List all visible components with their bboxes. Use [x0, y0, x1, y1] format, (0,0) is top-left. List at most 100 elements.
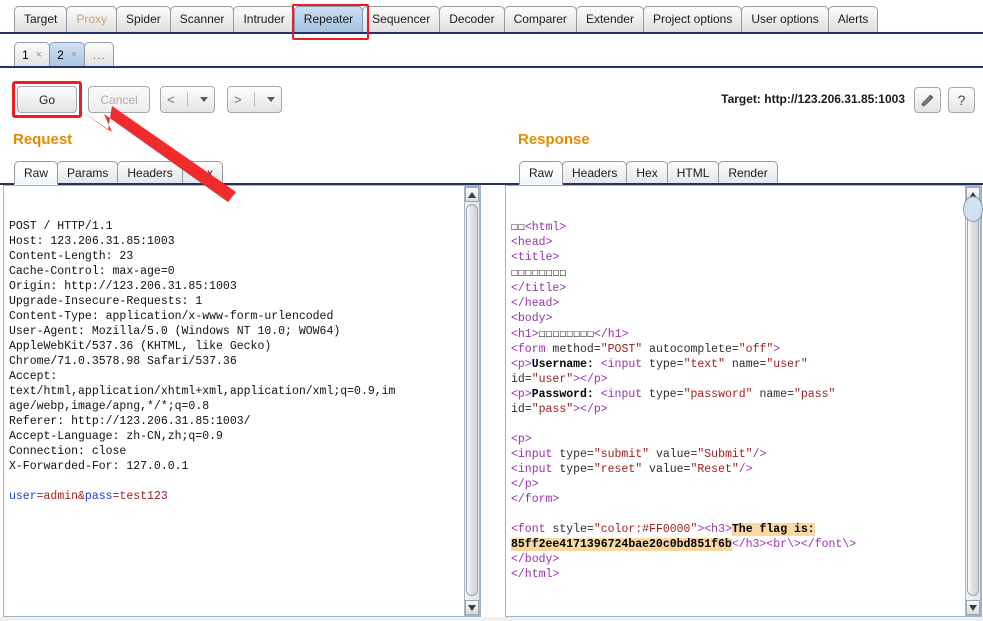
main-tab-bar: Target Proxy Spider Scanner Intruder Rep… — [0, 0, 983, 40]
response-raw-editor[interactable]: ☐☐<html> <head> <title> ☐☐☐☐☐☐☐☐ </title… — [505, 185, 982, 617]
html-attr: style= — [552, 523, 594, 536]
response-tab-html[interactable]: HTML — [666, 161, 720, 185]
chevron-right-icon: > — [234, 92, 242, 107]
response-tab-render[interactable]: Render — [718, 161, 778, 185]
tab-alerts[interactable]: Alerts — [827, 6, 879, 32]
response-tab-headers[interactable]: Headers — [562, 161, 628, 185]
request-tab-raw[interactable]: Raw — [14, 161, 59, 185]
tab-project-options[interactable]: Project options — [642, 6, 743, 32]
tab-comparer[interactable]: Comparer — [503, 6, 577, 32]
request-line: Content-Length: 23 — [9, 250, 134, 263]
repeater-tab-1[interactable]: 1 × — [14, 42, 51, 66]
html-value: "off" — [738, 343, 774, 356]
response-tab-hex[interactable]: Hex — [626, 161, 668, 185]
tab-decoder[interactable]: Decoder — [439, 6, 505, 32]
scroll-up-icon[interactable] — [465, 187, 479, 202]
request-vertical-scrollbar[interactable] — [464, 186, 480, 616]
scroll-down-icon[interactable] — [966, 600, 980, 615]
flag-label-text: The flag is: — [731, 523, 815, 536]
html-tag: /> — [752, 448, 767, 461]
request-line: age/webp,image/apng,*/*;q=0.8 — [9, 400, 210, 413]
html-tag: <p> — [511, 358, 532, 371]
tab-spider[interactable]: Spider — [116, 6, 171, 32]
tab-label: Project options — [652, 12, 733, 26]
chevron-down-icon[interactable] — [199, 97, 208, 102]
tab-target[interactable]: Target — [14, 6, 68, 32]
request-line: X-Forwarded-For: 127.0.0.1 — [9, 460, 189, 473]
html-attr: name= — [724, 358, 767, 371]
html-value: "pass" — [794, 388, 836, 401]
html-value: "reset" — [593, 463, 643, 476]
tab-intruder[interactable]: Intruder — [233, 6, 295, 32]
html-tag: <title> — [511, 251, 560, 264]
request-tab-params[interactable]: Params — [57, 161, 119, 185]
html-value: "password" — [683, 388, 753, 401]
tab-proxy[interactable]: Proxy — [66, 6, 118, 32]
close-icon[interactable]: × — [71, 44, 77, 66]
request-tab-hex[interactable]: Hex — [181, 161, 224, 185]
tab-scanner[interactable]: Scanner — [169, 6, 235, 32]
request-body-param-name: user — [9, 490, 37, 503]
scrollbar-thumb[interactable] — [466, 204, 478, 596]
h1-text: ☐☐☐☐☐☐☐☐ — [538, 326, 594, 340]
response-panel-title: Response — [518, 131, 590, 148]
request-tab-headers[interactable]: Headers — [117, 161, 183, 185]
html-value: "Submit" — [697, 448, 753, 461]
form-label-text: Password: — [531, 388, 601, 401]
html-attr: type= — [649, 388, 684, 401]
response-vertical-scrollbar[interactable] — [965, 186, 981, 616]
repeater-toolbar: Go Cancel < > Target: http://123.206.31.… — [0, 70, 983, 122]
chevron-down-icon[interactable] — [266, 97, 275, 102]
html-attr: type= — [649, 358, 684, 371]
repeater-tab-add[interactable]: ... — [84, 42, 115, 66]
html-tag: </p> — [511, 478, 539, 491]
tab-label: Headers — [127, 166, 173, 180]
request-line: Content-Type: application/x-www-form-url… — [9, 310, 334, 323]
html-tag: <font — [511, 523, 553, 536]
html-attr: name= — [752, 388, 794, 401]
tab-label: Params — [67, 166, 109, 180]
response-gutter — [948, 186, 963, 616]
go-button[interactable]: Go — [17, 86, 77, 113]
tab-sequencer[interactable]: Sequencer — [362, 6, 441, 32]
previous-request-button[interactable]: < — [160, 86, 215, 113]
add-tab-label: ... — [92, 47, 106, 62]
scroll-down-icon[interactable] — [465, 600, 479, 615]
html-tag: <html> — [524, 221, 567, 234]
question-mark-icon: ? — [957, 92, 966, 108]
request-raw-editor[interactable]: POST / HTTP/1.1 Host: 123.206.31.85:1003… — [3, 185, 481, 617]
tab-extender[interactable]: Extender — [575, 6, 644, 32]
html-tag: <head> — [511, 236, 553, 249]
tab-repeater[interactable]: Repeater — [291, 4, 370, 40]
request-line: POST / HTTP/1.1 — [9, 220, 113, 233]
bottom-strip — [0, 617, 983, 621]
request-line: Connection: close — [9, 445, 127, 458]
go-button-label: Go — [38, 92, 55, 107]
tab-user-options[interactable]: User options — [741, 6, 829, 32]
next-request-button[interactable]: > — [227, 86, 282, 113]
edit-target-button[interactable] — [914, 87, 941, 113]
html-tag: <h3> — [704, 523, 732, 536]
tab-label: Hex — [191, 166, 214, 180]
repeater-tab-2[interactable]: 2 × — [49, 42, 86, 66]
html-tag: <input — [511, 463, 560, 476]
flag-hash-value: 85ff2ee4171396724bae20c0bd851f6b — [511, 538, 732, 551]
response-view-tabs: Raw Headers Hex HTML Render — [519, 159, 778, 185]
response-tab-raw[interactable]: Raw — [519, 161, 564, 185]
html-tag: </font\> — [800, 538, 857, 551]
close-icon[interactable]: × — [36, 44, 42, 66]
help-button[interactable]: ? — [948, 87, 975, 113]
html-tag: </html> — [511, 568, 560, 581]
tab-label: Proxy — [76, 12, 108, 26]
html-value: "text" — [683, 358, 725, 371]
html-attr: type= — [559, 463, 594, 476]
tab-label: Sequencer — [372, 12, 431, 26]
scrollbar-thumb[interactable] — [967, 204, 979, 596]
request-panel-title: Request — [13, 131, 73, 148]
target-url-label: Target: http://123.206.31.85:1003 — [721, 92, 905, 106]
divider — [186, 92, 188, 107]
html-tag: </body> — [511, 553, 560, 566]
cancel-button[interactable]: Cancel — [88, 86, 150, 113]
tab-label: Decoder — [449, 12, 495, 26]
html-tag: </form> — [511, 493, 560, 506]
